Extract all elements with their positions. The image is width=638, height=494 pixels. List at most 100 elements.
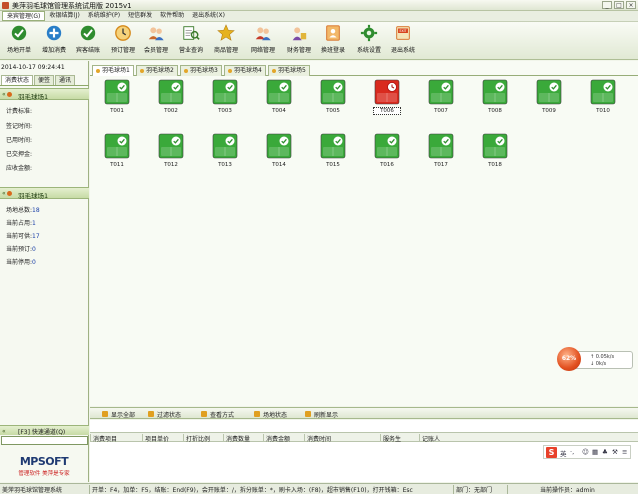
logo-text: MPSOFT — [19, 455, 69, 468]
quick-channel-title: [F3] 快速通道(Q) — [18, 429, 66, 436]
col-quantity[interactable]: 消费数量 — [223, 434, 250, 443]
court-T017[interactable]: T017 — [428, 133, 454, 173]
quick-channel-input[interactable] — [1, 436, 88, 445]
court-label: T013 — [218, 162, 232, 168]
tab-court-group-2[interactable]: 羽毛球场2 — [136, 65, 178, 76]
toolbar-button-10[interactable]: 系统设置 — [354, 24, 384, 58]
toolbar-button-8[interactable]: 财务管理 — [284, 24, 314, 58]
tab-court-group-5[interactable]: 羽毛球场5 — [268, 65, 310, 76]
court-T011[interactable]: T011 — [104, 133, 130, 173]
ime-language[interactable]: 英 — [560, 448, 567, 458]
tab-consumption-status[interactable]: 消费状态 — [1, 75, 34, 85]
court-T003[interactable]: T003 — [212, 79, 238, 119]
toolbar-button-9[interactable]: 换班登录 — [318, 24, 348, 58]
filter-status-button[interactable]: 过滤状态 — [148, 410, 181, 419]
menu-sms[interactable]: 短信群发 — [124, 11, 156, 21]
tab-notes[interactable]: 便签 — [34, 75, 55, 85]
court-occupied-icon — [374, 79, 400, 105]
collapse-icon[interactable]: « — [2, 91, 6, 98]
toolbar-button-2[interactable]: 宾客结账 — [73, 24, 103, 58]
court-label: T004 — [272, 108, 286, 114]
court-T001[interactable]: T001 — [104, 79, 130, 119]
court-free-icon — [482, 133, 508, 159]
menu-checkout[interactable]: 收银结算(J) — [45, 11, 83, 21]
tab-court-group-1[interactable]: 羽毛球场1 — [92, 65, 134, 76]
member-icon — [148, 27, 164, 41]
finance-icon — [292, 27, 307, 41]
status-app-name: 美萍羽毛球馆管理系统 — [2, 485, 90, 494]
col-time[interactable]: 消费时间 — [304, 434, 331, 443]
court-T008[interactable]: T008 — [482, 79, 508, 119]
ime-punctuation-icon[interactable]: ·, — [570, 448, 574, 456]
court-T013[interactable]: T013 — [212, 133, 238, 173]
court-free-icon — [104, 133, 130, 159]
col-discount[interactable]: 打折比例 — [183, 434, 210, 443]
toolbar-button-3[interactable]: 预订管理 — [108, 24, 138, 58]
court-free-icon — [266, 133, 292, 159]
court-free-icon — [590, 79, 616, 105]
ime-emoji-icon[interactable]: ☺ — [582, 448, 589, 456]
court-T016[interactable]: T016 — [374, 133, 400, 173]
tab-court-group-4[interactable]: 羽毛球场4 — [224, 65, 266, 76]
ime-menu-icon[interactable]: ≡ — [622, 448, 627, 456]
show-all-button[interactable]: 显示全部 — [102, 410, 135, 419]
col-amount[interactable]: 消费金额 — [263, 434, 290, 443]
ime-tools-icon[interactable]: ⚒ — [612, 448, 618, 456]
menu-guest-management[interactable]: 来宾管理(G) — [2, 11, 46, 21]
toolbar-button-5[interactable]: 营业查询 — [176, 24, 206, 58]
col-unit-price[interactable]: 项目单价 — [142, 434, 169, 443]
col-item[interactable]: 消费项目 — [90, 434, 117, 443]
court-T006[interactable]: T006 — [373, 79, 401, 119]
status-icon — [254, 411, 260, 417]
close-button[interactable]: × — [626, 1, 636, 9]
minimize-button[interactable]: _ — [602, 1, 612, 9]
section-court-summary[interactable]: « 羽毛球场1 — [0, 187, 89, 200]
ime-skin-icon[interactable]: ♣ — [602, 448, 608, 456]
collapse-icon[interactable]: « — [2, 428, 6, 435]
refresh-button[interactable]: 刷新显示 — [305, 410, 338, 419]
menu-system-maintenance[interactable]: 系统维护(P) — [84, 11, 124, 21]
maximize-button[interactable]: □ — [614, 1, 624, 9]
network-speed-widget[interactable]: ↑ 0.05k/s ↓ 0k/s 62% — [557, 347, 635, 373]
toolbar-button-0[interactable]: 场地开单 — [4, 24, 34, 58]
settings-icon — [360, 24, 378, 42]
speed-ball[interactable]: 62% — [557, 347, 581, 371]
ime-logo-icon[interactable]: S — [546, 447, 557, 458]
toolbar-button-6[interactable]: 商品管理 — [211, 24, 241, 58]
court-T015[interactable]: T015 — [320, 133, 346, 173]
table-header: 消费项目 项目单价 打折比例 消费数量 消费金额 消费时间 服务生 记账人 — [90, 432, 638, 443]
view-mode-button[interactable]: 查看方式 — [201, 410, 234, 419]
tab-court-group-3[interactable]: 羽毛球场3 — [180, 65, 222, 76]
court-free-icon — [428, 79, 454, 105]
menu-exit[interactable]: 退出系统(X) — [188, 11, 229, 21]
toolbar-button-label: 系统设置 — [356, 47, 381, 54]
col-recorder[interactable]: 记账人 — [419, 434, 440, 443]
collapse-icon[interactable]: « — [2, 190, 6, 197]
court-label: T012 — [164, 162, 178, 168]
section-court-detail[interactable]: « 羽毛球场1 — [0, 88, 89, 101]
court-T002[interactable]: T002 — [158, 79, 184, 119]
court-T005[interactable]: T005 — [320, 79, 346, 119]
ime-keyboard-icon[interactable]: ▦ — [592, 448, 598, 456]
col-waiter[interactable]: 服务生 — [380, 434, 401, 443]
tab-contacts[interactable]: 通讯 — [55, 75, 76, 85]
court-T014[interactable]: T014 — [266, 133, 292, 173]
toolbar-button-1[interactable]: 增加消费 — [39, 24, 69, 58]
toolbar-button-11[interactable]: EXIT 退出系统 — [388, 24, 418, 58]
court-T009[interactable]: T009 — [536, 79, 562, 119]
court-T010[interactable]: T010 — [590, 79, 616, 119]
ime-toolbar[interactable]: S 英 ·, ☺ ▦ ♣ ⚒ ≡ — [543, 445, 631, 459]
toolbar-button-7[interactable]: 网络管理 — [248, 24, 278, 58]
court-T007[interactable]: T007 — [428, 79, 454, 119]
menu-bar: 来宾管理(G) 收银结算(J) 系统维护(P) 短信群发 软件帮助 退出系统(X… — [0, 11, 638, 22]
toolbar-button-label: 预订管理 — [110, 47, 135, 54]
toolbar-button-4[interactable]: 会员管理 — [141, 24, 171, 58]
court-free-icon — [158, 79, 184, 105]
menu-help[interactable]: 软件帮助 — [156, 11, 188, 21]
venue-open-icon — [11, 25, 27, 41]
court-status-button[interactable]: 场地状态 — [254, 410, 287, 419]
court-T004[interactable]: T004 — [266, 79, 292, 119]
court-T012[interactable]: T012 — [158, 133, 184, 173]
court-T018[interactable]: T018 — [482, 133, 508, 173]
quick-channel-header[interactable]: « [F3] 快速通道(Q) — [0, 425, 89, 436]
